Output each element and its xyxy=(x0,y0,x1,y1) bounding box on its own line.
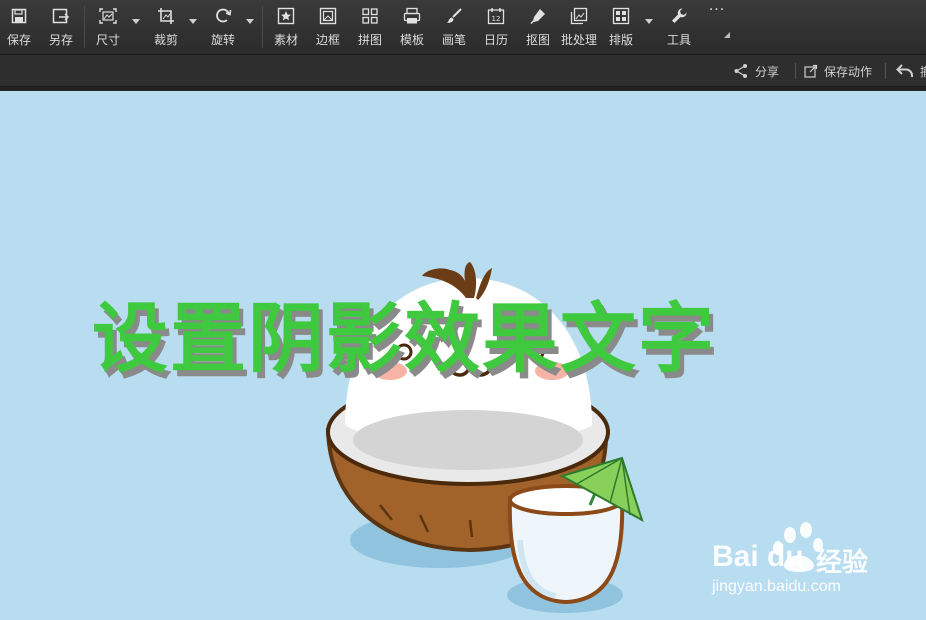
calendar-day-number: 12 xyxy=(492,15,501,23)
action-bar: 分享 保存动作 撤 xyxy=(0,55,926,87)
template-label: 模板 xyxy=(399,33,424,47)
baidu-watermark: Bai du 经验 jingyan.baidu.com xyxy=(712,540,912,600)
watermark-brand-cn: 经验 xyxy=(816,548,869,578)
action-divider xyxy=(885,63,886,79)
calendar-icon: 12 xyxy=(486,6,506,26)
save-action-button[interactable]: 保存动作 xyxy=(804,61,872,81)
material-button[interactable]: 素材 xyxy=(272,4,300,50)
rotate-icon xyxy=(213,6,233,26)
batch-label: 批处理 xyxy=(560,33,597,47)
material-label: 素材 xyxy=(273,33,298,47)
more-dots-icon: ··· xyxy=(708,2,726,18)
brush-button[interactable]: 画笔 xyxy=(440,4,468,50)
wrench-icon xyxy=(669,6,689,26)
action-divider xyxy=(795,63,796,79)
save-as-icon xyxy=(51,6,71,26)
toolbar-divider xyxy=(84,6,85,48)
cutout-icon xyxy=(528,6,548,26)
image-canvas[interactable]: 设置阴影效果文字 Bai du 经验 jingyan.baidu.com xyxy=(0,91,926,620)
material-icon xyxy=(276,6,296,26)
brush-label: 画笔 xyxy=(441,33,466,47)
share-icon xyxy=(734,64,747,78)
resize-button[interactable]: 尺寸 xyxy=(94,4,122,50)
toolbar-divider xyxy=(262,6,263,48)
batch-button[interactable]: 批处理 xyxy=(560,4,598,50)
crop-icon xyxy=(156,6,176,26)
save-action-label: 保存动作 xyxy=(824,64,873,79)
layout-button[interactable]: 排版 xyxy=(607,4,635,50)
rotate-dropdown-arrow[interactable] xyxy=(246,19,254,24)
crop-button[interactable]: 裁剪 xyxy=(152,4,180,50)
main-toolbar: 保存 另存 尺寸 裁剪 旋转 素材 边框 拼图 模板 画笔 12 日历 抠图 批… xyxy=(0,0,926,55)
resize-dropdown-arrow[interactable] xyxy=(132,19,140,24)
save-action-icon xyxy=(804,64,818,78)
layout-icon xyxy=(611,6,631,26)
tools-button[interactable]: 工具 xyxy=(665,4,693,50)
brush-icon xyxy=(444,6,464,26)
share-button[interactable]: 分享 xyxy=(733,61,779,81)
save-icon xyxy=(9,6,29,26)
calendar-button[interactable]: 12 日历 xyxy=(482,4,510,50)
cutout-label: 抠图 xyxy=(525,33,550,47)
save-label: 保存 xyxy=(6,33,31,47)
collage-icon xyxy=(360,6,380,26)
batch-icon xyxy=(569,6,589,26)
resize-icon xyxy=(98,6,118,26)
resize-label: 尺寸 xyxy=(95,33,120,47)
watermark-brand: Bai du xyxy=(712,540,804,573)
rotate-button[interactable]: 旋转 xyxy=(209,4,237,50)
undo-label: 撤 xyxy=(920,63,926,80)
save-button[interactable]: 保存 xyxy=(6,4,32,50)
border-button[interactable]: 边框 xyxy=(314,4,342,50)
save-as-button[interactable]: 另存 xyxy=(47,4,75,50)
template-icon xyxy=(402,6,422,26)
more-tools-button[interactable]: ··· xyxy=(704,2,730,48)
crop-dropdown-arrow[interactable] xyxy=(189,19,197,24)
share-label: 分享 xyxy=(755,64,780,79)
layout-label: 排版 xyxy=(608,33,633,47)
watermark-url: jingyan.baidu.com xyxy=(712,578,841,595)
toolbar-expand-corner-icon[interactable] xyxy=(724,32,730,38)
cutout-button[interactable]: 抠图 xyxy=(524,4,552,50)
undo-button[interactable]: 撤 xyxy=(896,61,926,81)
border-icon xyxy=(318,6,338,26)
shadow-effect-text[interactable]: 设置阴影效果文字 xyxy=(92,277,892,387)
undo-icon xyxy=(896,64,913,77)
save-as-label: 另存 xyxy=(48,33,73,47)
tools-label: 工具 xyxy=(666,33,691,47)
border-label: 边框 xyxy=(315,33,340,47)
crop-label: 裁剪 xyxy=(153,33,178,47)
collage-button[interactable]: 拼图 xyxy=(356,4,384,50)
layout-dropdown-arrow[interactable] xyxy=(645,19,653,24)
collage-label: 拼图 xyxy=(357,33,382,47)
template-button[interactable]: 模板 xyxy=(398,4,426,50)
calendar-label: 日历 xyxy=(483,33,508,47)
rotate-label: 旋转 xyxy=(210,33,235,47)
